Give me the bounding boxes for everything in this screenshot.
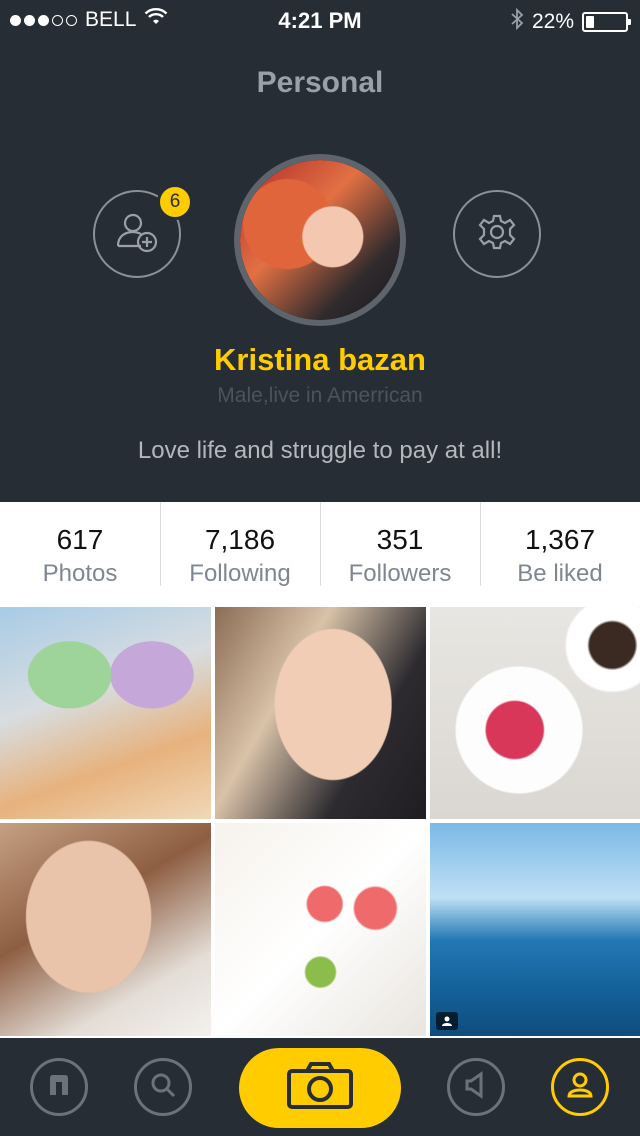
add-friend-icon <box>113 208 161 261</box>
add-friend-button[interactable]: 6 <box>93 184 193 278</box>
profile-header: Personal 6 Kristina bazan Male,live in A… <box>0 40 640 502</box>
battery-fill <box>586 16 594 28</box>
battery-percent: 22% <box>531 10 574 33</box>
tab-voice[interactable] <box>447 1058 505 1116</box>
stat-value: 1,367 <box>524 524 596 555</box>
friend-request-badge: 6 <box>157 184 193 220</box>
stat-value: 351 <box>376 524 424 555</box>
stat-following[interactable]: 7,186 Following <box>160 502 320 607</box>
stat-label: Followers <box>348 560 452 587</box>
status-bar: BELL 4:21 PM 22% <box>0 0 640 40</box>
search-icon <box>148 1070 178 1105</box>
tab-profile[interactable] <box>551 1058 609 1116</box>
user-motto: Love life and struggle to pay at all! <box>137 437 503 464</box>
stat-label: Be liked <box>517 560 603 587</box>
tab-bar <box>0 1038 640 1136</box>
dessert-plate-photo[interactable] <box>215 823 426 1036</box>
stat-followers[interactable]: 351 Followers <box>320 502 480 607</box>
settings-button[interactable] <box>453 190 541 278</box>
stat-label: Following <box>189 560 291 587</box>
camera-icon <box>285 1061 355 1116</box>
stat-value: 617 <box>56 524 104 555</box>
stat-photos[interactable]: 617 Photos <box>0 502 160 607</box>
tab-home[interactable] <box>30 1058 88 1116</box>
portrait-smile-photo[interactable] <box>215 607 426 819</box>
settings-icon <box>477 212 517 257</box>
user-info: Male,live in Amerrican <box>217 384 423 407</box>
photo-grid <box>0 607 640 1038</box>
seaside-balcony-photo[interactable] <box>430 823 640 1036</box>
stat-label: Photos <box>42 560 118 587</box>
tab-search[interactable] <box>134 1058 192 1116</box>
portrait-makeup-photo[interactable] <box>0 823 211 1036</box>
stat-be-liked[interactable]: 1,367 Be liked <box>480 502 640 607</box>
battery-icon <box>582 12 631 32</box>
breakfast-fruit-photo[interactable] <box>430 607 640 819</box>
avatar-photo <box>240 160 400 320</box>
page-title: Personal <box>256 66 384 99</box>
voice-icon <box>461 1070 491 1105</box>
home-icon <box>44 1070 74 1105</box>
tagged-user-icon <box>436 1012 458 1030</box>
avatar[interactable] <box>234 154 406 326</box>
stats-bar: 617 Photos 7,186 Following 351 Followers… <box>0 502 640 607</box>
profile-icon <box>565 1070 595 1105</box>
camera-button[interactable] <box>239 1048 401 1128</box>
bluetooth-icon <box>510 7 524 36</box>
stat-value: 7,186 <box>204 524 276 555</box>
status-right: 22% <box>510 7 631 36</box>
ice-cream-photo[interactable] <box>0 607 211 819</box>
user-name: Kristina bazan <box>214 342 426 377</box>
